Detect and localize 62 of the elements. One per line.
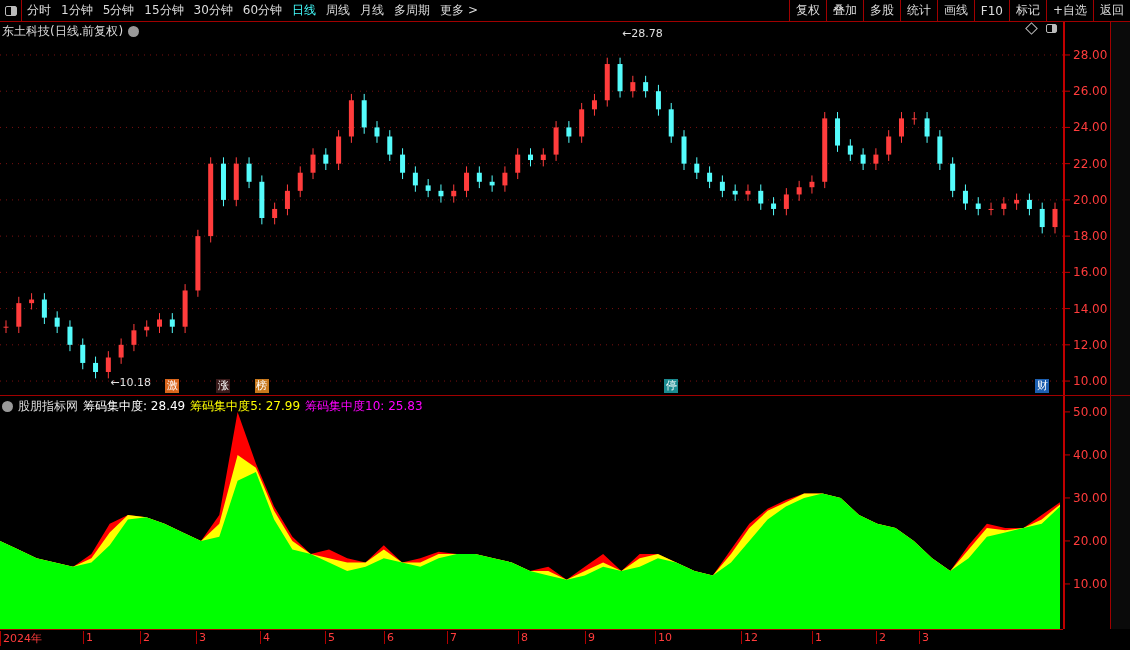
axis-label: 20.00 <box>1073 192 1108 207</box>
price-label: ←10.18 <box>110 375 152 389</box>
period-tab[interactable]: 更多 > <box>435 0 483 21</box>
date-label: 8 <box>518 631 528 644</box>
event-badge[interactable]: 涨 <box>216 379 231 393</box>
axis-label: 22.00 <box>1073 156 1108 171</box>
toolbar-button[interactable]: 多股 <box>862 0 900 21</box>
axis-label: 10.00 <box>1073 374 1108 389</box>
toolbar-button[interactable]: 复权 <box>788 0 826 21</box>
date-label: 10 <box>655 631 672 644</box>
panel-toggle-icon[interactable] <box>1046 24 1057 33</box>
date-label: 2 <box>876 631 886 644</box>
date-label: 3 <box>919 631 929 644</box>
axis-label: 12.00 <box>1073 337 1108 352</box>
toolbar-button[interactable]: F10 <box>973 0 1009 21</box>
date-label: 4 <box>260 631 270 644</box>
axis-label: 26.00 <box>1073 84 1108 99</box>
toolbar-button[interactable]: 画线 <box>936 0 974 21</box>
legend-value: 筹码集中度: 28.49 <box>83 398 186 415</box>
period-tab[interactable]: 15分钟 <box>139 0 189 21</box>
event-badge[interactable]: 停 <box>664 379 679 393</box>
toolbar-button[interactable]: 标记 <box>1008 0 1046 21</box>
indicator-name: 股朋指标网 <box>18 398 78 415</box>
price-label: ←28.78 <box>622 26 663 40</box>
axis-label: 10.00 <box>1073 576 1108 591</box>
toolbar-button[interactable]: 统计 <box>899 0 937 21</box>
legend-value: 筹码集中度10: 25.83 <box>305 398 423 415</box>
period-tab[interactable]: 30分钟 <box>188 0 238 21</box>
date-label: 9 <box>585 631 595 644</box>
date-label: 2 <box>140 631 150 644</box>
period-tab[interactable]: 1分钟 <box>56 0 98 21</box>
axis-label: 14.00 <box>1073 301 1108 316</box>
axis-label: 30.00 <box>1073 490 1108 505</box>
date-label: 12 <box>741 631 758 644</box>
axis-label: 18.00 <box>1073 229 1108 244</box>
period-tab[interactable]: 5分钟 <box>97 0 140 21</box>
chart-title: 东土科技(日线.前复权) <box>2 23 124 40</box>
axis-label: 40.00 <box>1073 447 1108 462</box>
axis-label: 50.00 <box>1073 404 1108 419</box>
period-tab[interactable]: 60分钟 <box>237 0 288 21</box>
date-label: 1 <box>812 631 822 644</box>
axis-label: 28.00 <box>1073 47 1108 62</box>
period-tab[interactable]: 分时 <box>22 0 56 21</box>
period-tab[interactable]: 多周期 <box>389 0 436 21</box>
date-label: 6 <box>384 631 394 644</box>
toolbar-button[interactable]: 叠加 <box>825 0 863 21</box>
period-tab[interactable]: 日线 <box>287 0 322 21</box>
event-badge[interactable]: 激 <box>165 379 180 393</box>
period-tab[interactable]: 周线 <box>321 0 356 21</box>
date-label: 5 <box>325 631 335 644</box>
legend-value: 筹码集中度5: 27.99 <box>190 398 301 415</box>
event-badge[interactable]: 财 <box>1035 379 1050 393</box>
date-label: 3 <box>196 631 206 644</box>
axis-label: 20.00 <box>1073 533 1108 548</box>
date-label: 1 <box>83 631 93 644</box>
date-label: 7 <box>447 631 457 644</box>
axis-label: 16.00 <box>1073 265 1108 280</box>
axis-label: 24.00 <box>1073 120 1108 135</box>
period-tab[interactable]: 月线 <box>355 0 390 21</box>
toolbar-button[interactable]: 返回 <box>1093 0 1130 21</box>
toolbar-button[interactable]: +自选 <box>1045 0 1093 21</box>
date-label: 2024年 <box>0 631 42 646</box>
